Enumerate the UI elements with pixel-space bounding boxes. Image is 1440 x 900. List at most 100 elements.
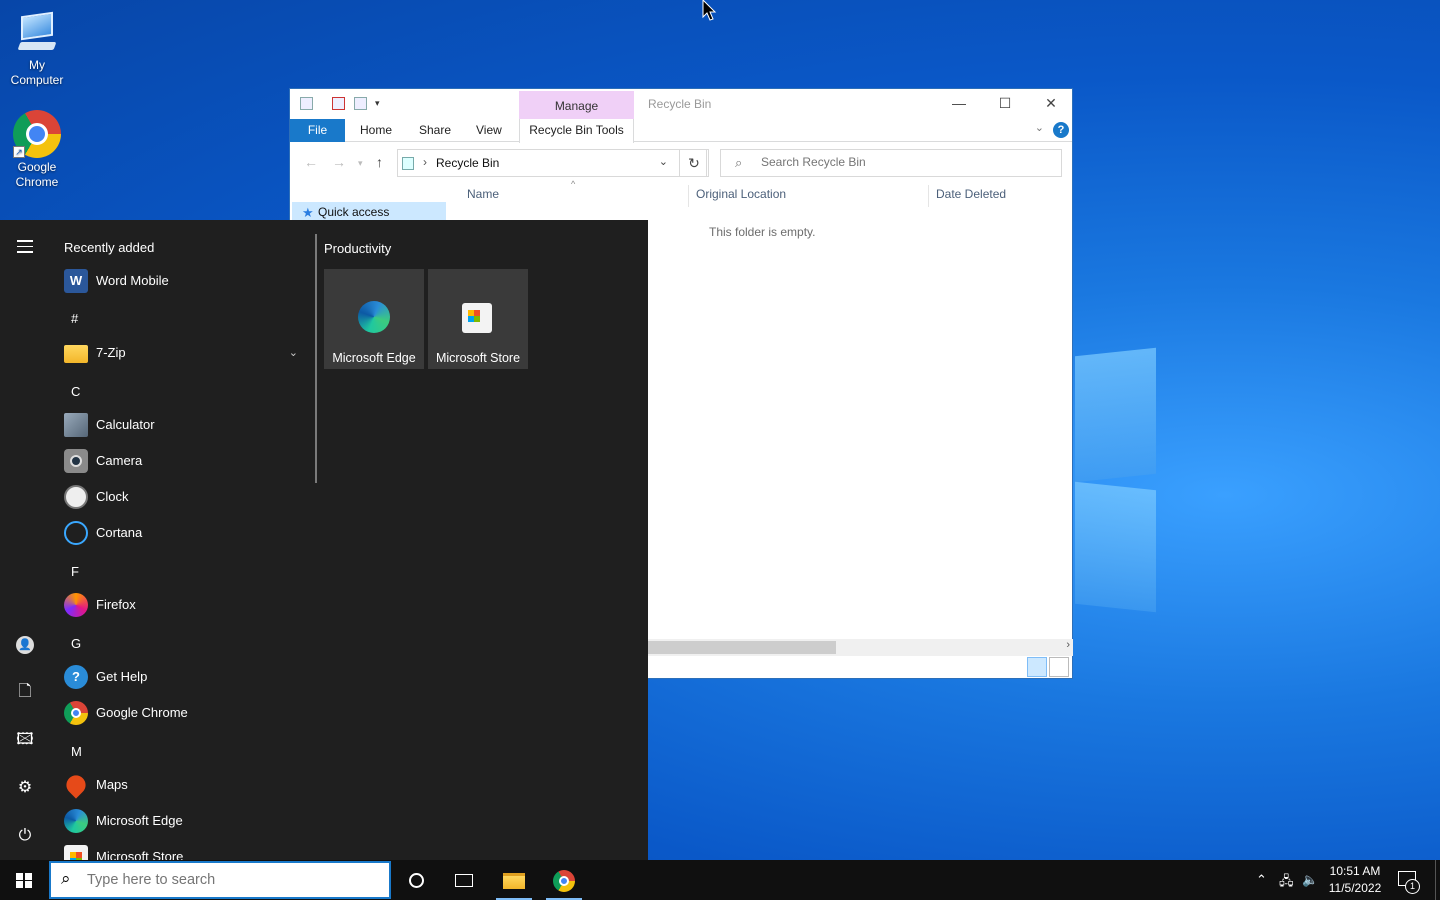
tab-file[interactable]: File [290,119,345,142]
address-path[interactable]: Recycle Bin [436,156,499,170]
address-bar[interactable]: › Recycle Bin ⌄ [397,149,707,177]
start-button[interactable] [0,860,48,900]
cortana-button[interactable] [392,860,440,900]
breadcrumb-chevron-icon[interactable]: › [423,155,427,169]
tab-view[interactable]: View [462,119,516,142]
taskbar-search-box[interactable]: ⌕ [49,861,391,899]
app-clock[interactable]: Clock [62,479,308,515]
address-dropdown-icon[interactable]: ⌄ [659,155,668,168]
column-divider[interactable] [688,185,689,207]
group-letter-g[interactable]: G [71,636,81,651]
start-rail: 👤 🗋 🖾 ⚙ ⏻ [0,220,50,860]
group-letter-c[interactable]: C [71,384,80,399]
group-letter-f[interactable]: F [71,564,79,579]
cortana-icon [64,521,88,545]
task-view-button[interactable] [440,860,488,900]
tab-recycle-bin-tools[interactable]: Recycle Bin Tools [519,119,634,143]
tile-microsoft-store[interactable]: Microsoft Store [428,269,528,369]
app-camera[interactable]: Camera [62,443,308,479]
documents-icon[interactable]: 🗋 [13,680,37,704]
new-folder-icon[interactable] [354,97,367,110]
refresh-button[interactable]: ↻ [679,149,709,177]
column-original-location[interactable]: Original Location [696,187,786,201]
app-calculator[interactable]: Calculator [62,407,308,443]
group-letter-hash[interactable]: # [71,311,78,326]
manage-tab[interactable]: Manage [519,91,634,119]
properties-icon[interactable] [332,97,345,110]
power-icon[interactable]: ⏻ [13,824,37,848]
app-microsoft-store[interactable]: Microsoft Store [62,839,308,860]
settings-gear-icon[interactable]: ⚙ [13,776,37,800]
app-google-chrome[interactable]: Google Chrome [62,695,308,731]
pictures-icon[interactable]: 🖾 [13,728,37,752]
scroll-right-icon[interactable]: › [1066,639,1070,651]
column-date-deleted[interactable]: Date Deleted [936,187,1006,201]
navigation-bar: ← → ▾ ↑ › Recycle Bin ⌄ ↻ ⌕ [290,147,1072,179]
taskbar-file-explorer[interactable] [490,860,538,900]
help-icon[interactable]: ? [1053,122,1069,138]
taskbar-google-chrome[interactable] [540,860,588,900]
forward-arrow-icon[interactable]: → [332,154,346,170]
recent-locations-icon[interactable]: ▾ [358,158,363,169]
show-desktop-button[interactable] [1435,860,1440,900]
calculator-icon [64,413,88,437]
tab-share[interactable]: Share [405,119,465,142]
sort-ascending-icon: ^ [571,179,576,189]
app-label: Maps [96,777,128,792]
app-firefox[interactable]: Firefox [62,587,308,623]
app-list: Recently added W Word Mobile # 7-Zip ⌄ C C… [50,220,312,860]
scrollbar-thumb[interactable] [646,641,836,654]
tile-microsoft-edge[interactable]: Microsoft Edge [324,269,424,369]
chrome-icon [553,869,575,892]
search-box[interactable]: ⌕ [720,149,1062,177]
cortana-icon [408,873,424,889]
hamburger-menu-icon[interactable] [13,236,37,260]
word-icon: W [64,269,88,293]
back-arrow-icon[interactable]: ← [304,154,318,170]
clock-time: 10:51 AM [1329,864,1381,878]
desktop-icon-my-computer[interactable]: My Computer [2,10,72,88]
app-cortana[interactable]: Cortana [62,515,308,551]
show-hidden-icons-chevron-icon[interactable]: ⌃ [1256,872,1267,888]
notification-count-badge: 1 [1405,879,1420,894]
expand-ribbon-icon[interactable]: ⌄ [1035,121,1044,134]
minimize-button[interactable]: — [936,89,982,119]
recycle-bin-icon[interactable] [300,97,313,110]
file-explorer-icon [503,872,525,889]
taskbar: ⌕ ⌃ 🖧 🔈 10:51 AM 11/5/2022 1 [0,860,1440,900]
horizontal-scrollbar[interactable]: › [646,639,1073,656]
volume-icon[interactable]: 🔈 [1302,872,1318,888]
recycle-bin-icon [402,157,414,170]
app-list-scrollbar[interactable] [315,234,317,483]
window-title: Recycle Bin [648,97,712,111]
tile-label: Microsoft Edge [332,351,416,365]
edge-icon [64,809,88,833]
app-label: Calculator [96,417,155,432]
app-microsoft-edge[interactable]: Microsoft Edge [62,803,308,839]
column-name[interactable]: Name [467,187,499,201]
customize-toolbar-icon[interactable]: ▾ [375,98,380,109]
up-arrow-icon[interactable]: ↑ [376,154,383,170]
app-7-zip[interactable]: 7-Zip ⌄ [62,335,308,371]
search-input[interactable] [761,155,1051,169]
network-icon[interactable]: 🖧 [1279,872,1294,894]
close-button[interactable]: ✕ [1028,89,1074,119]
app-word-mobile[interactable]: W Word Mobile [62,263,308,299]
column-divider[interactable] [928,185,929,207]
camera-icon [64,449,88,473]
maximize-button[interactable]: ☐ [982,89,1028,119]
user-account-icon[interactable]: 👤 [13,632,37,656]
nav-quick-access[interactable]: ★ Quick access [292,202,446,222]
taskbar-search-input[interactable] [87,872,377,888]
desktop-icon-google-chrome[interactable]: ↗ Google Chrome [2,110,72,190]
app-maps[interactable]: Maps [62,767,308,803]
large-icons-view-button[interactable] [1049,657,1069,677]
details-view-button[interactable] [1027,657,1047,677]
tab-home[interactable]: Home [346,119,406,142]
app-get-help[interactable]: ? Get Help [62,659,308,695]
task-view-icon [455,874,473,888]
group-letter-m[interactable]: M [71,744,82,759]
maps-pin-icon [62,771,90,799]
system-clock[interactable]: 10:51 AM 11/5/2022 [1325,863,1385,897]
chevron-down-icon[interactable]: ⌄ [289,335,298,371]
